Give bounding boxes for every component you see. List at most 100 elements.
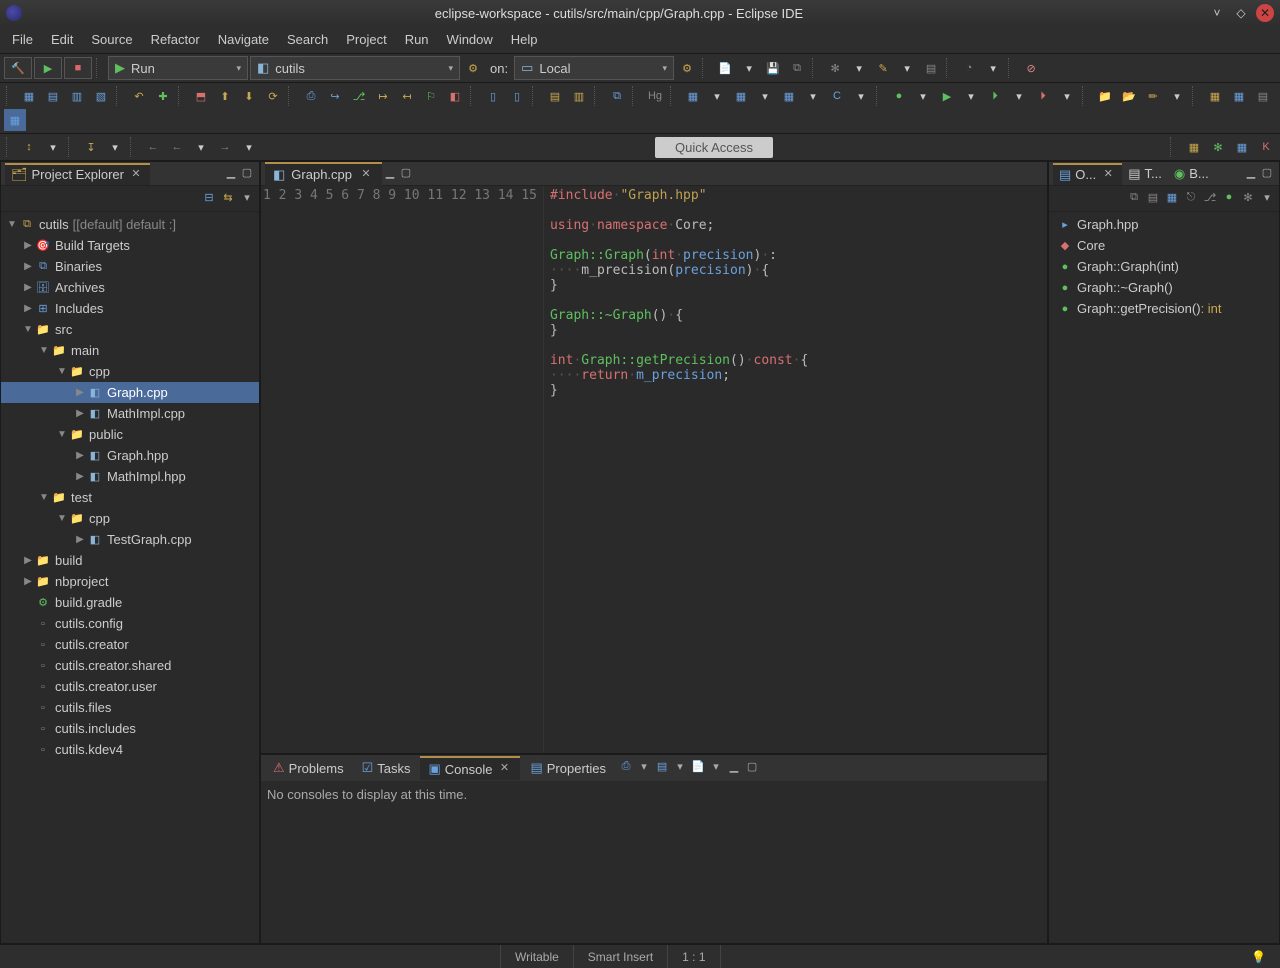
expand-icon[interactable]: ▶	[21, 303, 35, 314]
tb2-25[interactable]: ▾	[706, 85, 728, 107]
close-editor-tab-icon[interactable]: ✕	[358, 167, 374, 183]
tb2-13[interactable]: ⎇	[348, 85, 370, 107]
nav-up-drop[interactable]: ▾	[42, 136, 64, 158]
wand-icon[interactable]: ✎	[872, 57, 894, 79]
close-outline-icon[interactable]: ✕	[1100, 167, 1116, 183]
menu-help[interactable]: Help	[503, 28, 546, 51]
project-explorer-tab[interactable]: 🗂 Project Explorer ✕	[5, 163, 150, 185]
tb2-47[interactable]: ▦	[4, 109, 26, 131]
tb2-45[interactable]: ▦	[1228, 85, 1250, 107]
project-tree[interactable]: ▼⧉ cutils [[default] default :] ▶🎯Build …	[1, 212, 259, 943]
tb2-10[interactable]: ⟳	[262, 85, 284, 107]
expand-icon[interactable]: ▶	[73, 387, 87, 398]
tab-tasks[interactable]: ☑Tasks	[354, 757, 419, 779]
tree-row[interactable]: ▫cutils.config	[1, 613, 259, 634]
persp-kotlin-icon[interactable]: K	[1256, 137, 1276, 157]
nav-down-icon[interactable]: ↧	[80, 136, 102, 158]
ol-tb-6[interactable]: ●	[1221, 191, 1237, 207]
expand-icon[interactable]: ▼	[37, 345, 51, 356]
outline-tab-t[interactable]: ▤T...	[1122, 164, 1168, 184]
tree-row[interactable]: ⚙build.gradle	[1, 592, 259, 613]
ol-tb-4[interactable]: ⎋	[1183, 191, 1199, 207]
status-bulb-icon[interactable]: 💡	[1237, 945, 1280, 968]
tree-row[interactable]: ▫cutils.files	[1, 697, 259, 718]
project-combo[interactable]: ◧cutils▾	[250, 56, 460, 80]
profile-drop[interactable]: ▾	[982, 57, 1004, 79]
tree-row[interactable]: ▶◧TestGraph.cpp	[1, 529, 259, 550]
tb2-15[interactable]: ↤	[396, 85, 418, 107]
tb2-6[interactable]: ✚	[152, 85, 174, 107]
expand-icon[interactable]: ▼	[55, 366, 69, 377]
tb2-14[interactable]: ↦	[372, 85, 394, 107]
tb2-38[interactable]: ⏵	[1032, 85, 1054, 107]
tree-row[interactable]: ▶◧MathImpl.hpp	[1, 466, 259, 487]
menu-edit[interactable]: Edit	[43, 28, 81, 51]
tab-console[interactable]: ▣Console✕	[420, 756, 520, 780]
tb2-7[interactable]: ⬒	[190, 85, 212, 107]
console-drop2[interactable]: ▾	[672, 760, 688, 776]
editor-tab[interactable]: ◧ Graph.cpp ✕	[265, 162, 382, 186]
expand-icon[interactable]: ▶	[73, 408, 87, 419]
menu-refactor[interactable]: Refactor	[143, 28, 208, 51]
tb2-17[interactable]: ◧	[444, 85, 466, 107]
nav-back2-icon[interactable]: ←	[166, 136, 188, 158]
menu-source[interactable]: Source	[83, 28, 140, 51]
tb2-27[interactable]: ▾	[754, 85, 776, 107]
debug-config-icon[interactable]: ✻	[824, 57, 846, 79]
tb2-22[interactable]: ⧉	[606, 85, 628, 107]
tb2-19[interactable]: ▯	[506, 85, 528, 107]
expand-icon[interactable]: ▼	[21, 324, 35, 335]
expand-icon[interactable]: ▶	[21, 576, 35, 587]
wand-drop[interactable]: ▾	[896, 57, 918, 79]
tree-row[interactable]: ▶📁build	[1, 550, 259, 571]
minimize-bottom-icon[interactable]: ▁	[726, 760, 742, 776]
tree-row[interactable]: ▫cutils.creator.shared	[1, 655, 259, 676]
persp-debug-icon[interactable]: ✻	[1208, 137, 1228, 157]
console-new-icon[interactable]: 📄	[690, 760, 706, 776]
tb2-12[interactable]: ↪	[324, 85, 346, 107]
nav-fwd-drop[interactable]: ▾	[238, 136, 260, 158]
tb2-41[interactable]: 📂	[1118, 85, 1140, 107]
open-icon[interactable]: ▾	[738, 57, 760, 79]
tb2-20[interactable]: ▤	[544, 85, 566, 107]
view-menu-icon[interactable]: ▾	[239, 191, 255, 207]
tb2-1[interactable]: ▦	[18, 85, 40, 107]
maximize-outline-icon[interactable]: ▢	[1259, 166, 1275, 182]
tree-row[interactable]: ▶📁nbproject	[1, 571, 259, 592]
target-combo[interactable]: ▭Local▾	[514, 56, 674, 80]
outline-item[interactable]: ▸Graph.hpp	[1049, 214, 1279, 235]
menu-search[interactable]: Search	[279, 28, 336, 51]
outline-item[interactable]: ●Graph::getPrecision() : int	[1049, 298, 1279, 319]
tree-row[interactable]: ▶◧MathImpl.cpp	[1, 403, 259, 424]
ol-tb-2[interactable]: ▤	[1145, 191, 1161, 207]
expand-icon[interactable]: ▶	[73, 534, 87, 545]
outline-item[interactable]: ◆Core	[1049, 235, 1279, 256]
ol-tb-7[interactable]: ✻	[1240, 191, 1256, 207]
tb2-11[interactable]: ⎙	[300, 85, 322, 107]
outline-item[interactable]: ●Graph::Graph(int)	[1049, 256, 1279, 277]
no-entry-icon[interactable]: ⊘	[1020, 57, 1042, 79]
expand-icon[interactable]: ▶	[73, 471, 87, 482]
profile-icon[interactable]: ◔	[958, 57, 980, 79]
ol-tb-1[interactable]: ⧉	[1126, 191, 1142, 207]
tree-root[interactable]: ▼⧉ cutils [[default] default :]	[1, 214, 259, 235]
expand-icon[interactable]: ▼	[55, 513, 69, 524]
tb2-24[interactable]: ▦	[682, 85, 704, 107]
tb2-42[interactable]: ✏	[1142, 85, 1164, 107]
gear-icon[interactable]: ⚙	[462, 57, 484, 79]
nav-back-icon[interactable]: ←	[142, 136, 164, 158]
menu-window[interactable]: Window	[439, 28, 501, 51]
saveall-icon[interactable]: ⧉	[786, 57, 808, 79]
link-editor-icon[interactable]: ⇆	[220, 191, 236, 207]
maximize-button[interactable]: ◇	[1232, 4, 1250, 22]
tree-row[interactable]: ▼📁src	[1, 319, 259, 340]
save-icon[interactable]: 💾	[762, 57, 784, 79]
tree-row[interactable]: ▶◧Graph.cpp	[1, 382, 259, 403]
collapse-all-icon[interactable]: ⊟	[201, 191, 217, 207]
tb2-43[interactable]: ▾	[1166, 85, 1188, 107]
minimize-view-icon[interactable]: ▁	[223, 166, 239, 182]
tb2-18[interactable]: ▯	[482, 85, 504, 107]
maximize-view-icon[interactable]: ▢	[239, 166, 255, 182]
run-mode-combo[interactable]: ▶Run▾	[108, 56, 248, 80]
tb2-36[interactable]: ⏵	[984, 85, 1006, 107]
